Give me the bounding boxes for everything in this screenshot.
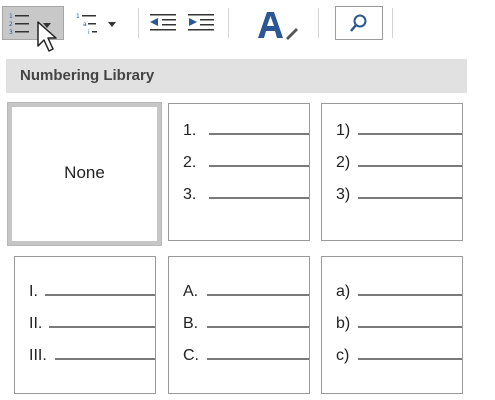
list-marker: 3. [183, 186, 197, 203]
numbering-option-roman-upper[interactable]: I. II. III. [14, 256, 156, 394]
ribbon-separator [392, 8, 393, 38]
find-button[interactable] [335, 6, 383, 40]
list-marker: 3) [336, 186, 351, 203]
styles-button[interactable] [250, 6, 306, 40]
numbering-library-title: Numbering Library [20, 67, 155, 84]
numbering-option-none[interactable]: None [7, 102, 162, 246]
list-marker: I. [29, 283, 38, 300]
list-marker: 1) [336, 122, 351, 139]
ribbon-separator [138, 8, 139, 38]
svg-text:1: 1 [9, 13, 13, 20]
svg-text:1: 1 [76, 13, 80, 20]
none-label: None [64, 163, 105, 182]
svg-text:2: 2 [9, 21, 13, 28]
svg-text:3: 3 [9, 29, 13, 36]
list-marker: C. [183, 347, 199, 364]
list-marker: a) [336, 283, 351, 300]
numbering-option-alpha-lower[interactable]: a) b) c) [321, 256, 463, 394]
list-marker: 1. [183, 122, 197, 139]
svg-text:a: a [83, 21, 87, 28]
decrease-indent-icon [150, 14, 176, 31]
list-marker: II. [29, 315, 43, 332]
increase-indent-icon [188, 14, 214, 31]
mouse-pointer-icon [37, 21, 57, 52]
list-marker: 2) [336, 154, 351, 171]
list-marker: c) [336, 347, 350, 364]
styles-icon [258, 12, 298, 40]
chevron-down-icon [108, 22, 116, 27]
search-icon [350, 14, 367, 32]
numbering-option-alpha-upper[interactable]: A. B. C. [168, 256, 310, 394]
list-marker: 2. [183, 154, 197, 171]
list-marker: b) [336, 315, 351, 332]
ribbon-paragraph-group: 1 2 3 1 a i [0, 0, 495, 48]
decrease-indent-button[interactable] [146, 6, 182, 40]
list-marker: III. [29, 347, 47, 364]
ribbon-separator [318, 8, 319, 38]
multilevel-list-button[interactable]: 1 a i [70, 6, 128, 40]
ribbon-separator [228, 8, 229, 38]
multilevel-list-icon: 1 a i [76, 13, 116, 36]
increase-indent-button[interactable] [184, 6, 220, 40]
list-marker: A. [183, 283, 199, 300]
svg-text:i: i [88, 29, 90, 36]
numbering-library-header: Numbering Library [6, 59, 467, 93]
numbering-option-decimal-period[interactable]: 1. 2. 3. [168, 103, 310, 241]
numbering-option-decimal-paren[interactable]: 1) 2) 3) [321, 103, 463, 241]
list-marker: B. [183, 315, 199, 332]
